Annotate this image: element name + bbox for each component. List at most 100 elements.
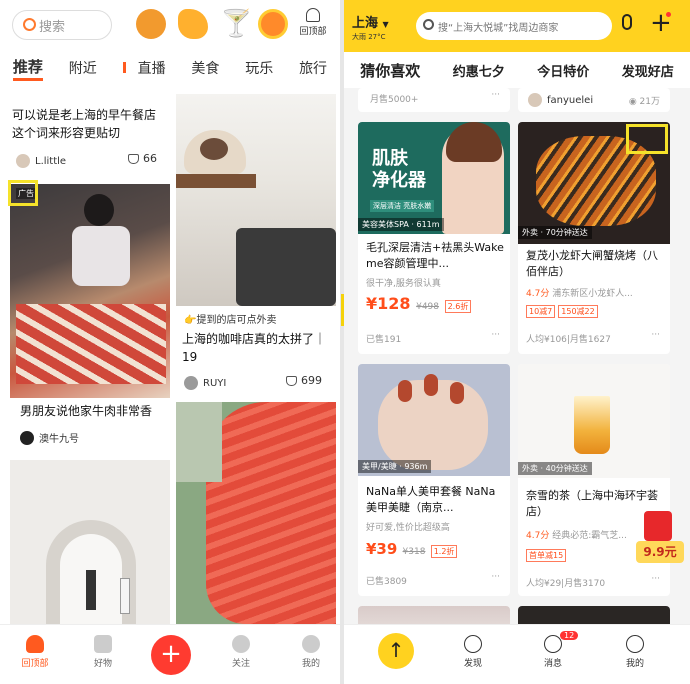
tab-travel[interactable]: 旅行 xyxy=(299,58,327,78)
partial-card[interactable]: fanyuelei ◉ 21万 xyxy=(518,88,670,112)
tab-nearby[interactable]: 附近 xyxy=(69,58,97,78)
city-selector[interactable]: 上海 ▼ xyxy=(352,12,389,31)
tab-fun[interactable]: 玩乐 xyxy=(245,58,273,78)
feed-card-gallery[interactable] xyxy=(10,460,170,624)
tab-live[interactable]: 直播 xyxy=(122,58,166,78)
avatar xyxy=(184,376,198,390)
card-title: 上海的咖啡店真的太拼了｜19 xyxy=(182,332,327,364)
search-input[interactable]: 搜索 xyxy=(12,10,112,40)
bottom-nav: ↑ 发现 消息 12 我的 xyxy=(344,624,690,684)
tab-guess-you-like[interactable]: 猜你喜欢 xyxy=(360,60,420,81)
nav-messages[interactable]: 消息 xyxy=(528,635,578,669)
tab-recommend[interactable]: 推荐 xyxy=(12,56,43,81)
card-image xyxy=(176,402,336,624)
nav-me[interactable]: 我的 xyxy=(286,635,336,669)
bag-icon xyxy=(94,635,112,653)
sales-count: 月售5000+ xyxy=(370,95,419,105)
category-tabs: 推荐 附近 直播 美食 玩乐 旅行 xyxy=(0,54,340,82)
nav-follow[interactable]: 关注 xyxy=(216,635,266,669)
partial-card[interactable]: 月售5000+ ··· xyxy=(358,88,510,112)
card-author[interactable]: RUYI xyxy=(184,376,226,390)
search-icon xyxy=(23,18,36,31)
card-title: 男朋友说他家牛肉非常香 xyxy=(20,404,153,418)
top-bar: 上海 ▼ 大雨 27°C 搜“上海大悦城”找周边商家 + xyxy=(344,0,690,52)
nav-me[interactable]: 我的 xyxy=(610,635,660,669)
chevron-down-icon: ▼ xyxy=(382,20,389,29)
more-icon[interactable]: ··· xyxy=(651,574,660,584)
category-tabs: 猜你喜欢 约惠七夕 今日特价 发现好店 xyxy=(344,52,690,88)
nav-discover[interactable]: 发现 xyxy=(448,635,498,669)
thumbs-up-icon xyxy=(128,153,139,164)
review-snippet: 很干净,服务很认真 xyxy=(366,279,441,289)
card-title: 复茂小龙虾大闸蟹烧烤（八佰伴店） xyxy=(526,249,658,278)
highlight-box xyxy=(626,124,668,154)
thumbs-up-icon xyxy=(286,375,297,386)
feed-card-brunch[interactable]: 可以说是老上海的早午餐店 这个词来形容更贴切 L.little 66 xyxy=(10,88,170,180)
avatar xyxy=(20,430,34,445)
card-author[interactable]: L.little xyxy=(16,154,66,168)
microphone-icon[interactable] xyxy=(622,14,632,30)
tab-food[interactable]: 美食 xyxy=(191,58,219,78)
sales-count: 已售191 xyxy=(366,335,402,345)
tab-qixi[interactable]: 约惠七夕 xyxy=(453,61,505,80)
deal-card-skincare[interactable]: 肌肤 净化器 深层清洁 亮肤水嫩 美容美体SPA · 611m 毛孔深层清洁+祛… xyxy=(358,122,510,354)
promo-tags: 10减7 150减22 xyxy=(526,304,601,318)
deal-card-crayfish[interactable]: 外卖 · 70分钟送达 复茂小龙虾大闸蟹烧烤（八佰伴店） 4.7分 浦东新区小龙… xyxy=(518,122,670,354)
chat-icon xyxy=(544,635,562,653)
right-phone-screen: 上海 ▼ 大雨 27°C 搜“上海大悦城”找周边商家 + 猜你喜欢 约惠七夕 今… xyxy=(344,0,690,684)
sales-count: 已售3809 xyxy=(366,577,407,587)
search-input[interactable]: 搜“上海大悦城”找周边商家 xyxy=(416,12,612,40)
more-icon[interactable]: ··· xyxy=(491,90,500,100)
card-image xyxy=(10,184,170,398)
summary: 人均¥106|月售1627 xyxy=(526,335,611,345)
message-badge: 12 xyxy=(560,631,579,640)
like-count[interactable]: 66 xyxy=(128,152,157,165)
category-distance-tag: 美容美体SPA · 611m xyxy=(358,218,444,231)
back-to-top-button[interactable]: 回顶部 xyxy=(293,8,333,37)
nav-goods[interactable]: 好物 xyxy=(78,635,128,669)
card-image xyxy=(176,94,336,306)
card-title: NaNa单人美甲套餐 NaNa美甲美睫（南京... xyxy=(366,485,496,514)
card-author[interactable]: 澳牛九号 xyxy=(20,430,79,445)
user-icon xyxy=(302,635,320,653)
card-image: 肌肤 净化器 深层清洁 亮肤水嫩 美容美体SPA · 611m xyxy=(358,122,510,234)
feed-card-coffee[interactable]: 👉提到的店可点外卖 上海的咖啡店真的太拼了｜19 RUYI 699 xyxy=(176,94,336,396)
delivery-tag: 外卖 · 70分钟送达 xyxy=(518,226,592,239)
feed-card-ad-beef[interactable]: 广告 男朋友说他家牛肉非常香 澳牛九号 xyxy=(10,184,170,454)
live-icon xyxy=(122,62,135,73)
rating: 4.7分 xyxy=(526,531,550,541)
deal-card-manicure[interactable]: 美甲/美睫 · 936m NaNa单人美甲套餐 NaNa美甲美睫（南京... 好… xyxy=(358,364,510,596)
price: ¥39 ¥318 1.2折 xyxy=(366,540,460,558)
more-icon[interactable]: ··· xyxy=(491,572,500,582)
more-icon[interactable]: ··· xyxy=(651,330,660,340)
cocktail-icon[interactable]: 🍸 xyxy=(220,9,252,39)
red-packet-badge[interactable]: 9.9元 xyxy=(636,511,684,567)
search-icon xyxy=(423,19,434,30)
summary: 人均¥29|月售3170 xyxy=(526,579,606,589)
tab-daily-deals[interactable]: 今日特价 xyxy=(537,61,589,80)
promo-tags: 首单减15 xyxy=(526,548,569,562)
notification-dot xyxy=(666,12,671,17)
card-title: 可以说是老上海的早午餐店 这个词来形容更贴切 xyxy=(12,108,157,140)
arrow-up-icon[interactable]: ↑ xyxy=(378,633,414,669)
category-distance-tag: 美甲/美睫 · 936m xyxy=(358,460,432,473)
price: ¥128 ¥498 2.6折 xyxy=(366,294,474,313)
heart-icon xyxy=(232,635,250,653)
nav-back-to-top[interactable]: 回顶部 xyxy=(10,635,60,669)
fries-icon[interactable] xyxy=(178,9,208,39)
tab-discover-shops[interactable]: 发现好店 xyxy=(622,61,674,80)
delivery-tag: 外卖 · 40分钟送达 xyxy=(518,462,592,475)
bell-icon xyxy=(26,635,44,653)
avatar xyxy=(528,93,542,107)
store-promo[interactable]: 👉提到的店可点外卖 xyxy=(184,312,276,330)
feed-card-architecture[interactable] xyxy=(176,402,336,624)
publish-button[interactable]: + xyxy=(151,635,191,675)
more-icon[interactable]: ··· xyxy=(491,330,500,340)
like-count[interactable]: 699 xyxy=(286,374,322,387)
highlight-box xyxy=(8,180,38,206)
card-image xyxy=(10,460,170,624)
roast-chicken-icon[interactable] xyxy=(136,9,166,39)
avatar xyxy=(16,154,30,168)
compass-icon xyxy=(464,635,482,653)
mascot-icon[interactable] xyxy=(258,9,288,39)
